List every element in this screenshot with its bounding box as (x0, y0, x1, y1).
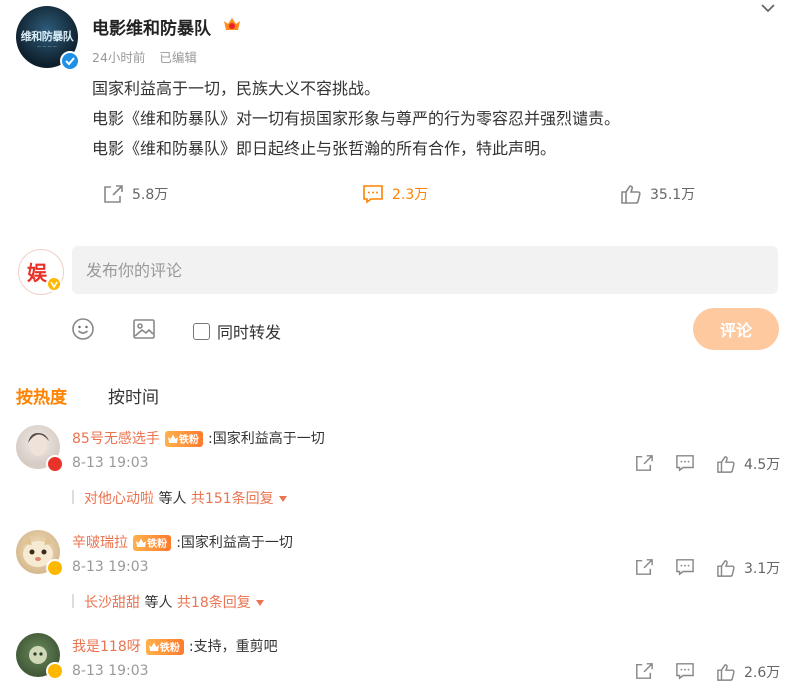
like-button[interactable]: 35.1万 (620, 184, 695, 204)
crown-icon (222, 15, 242, 33)
fan-badge: 铁粉 (133, 534, 172, 551)
comment-header: 85号无感选手 铁粉 :国家利益高于一切 (72, 428, 325, 448)
tab-sort-time[interactable]: 按时间 (108, 383, 159, 408)
tab-sort-hot[interactable]: 按热度 (16, 383, 67, 408)
comment-share-icon[interactable] (634, 662, 654, 680)
emoji-icon[interactable] (71, 317, 95, 341)
post-meta: 24小时前 已编辑 (92, 47, 207, 66)
crown-icon (136, 538, 147, 547)
comment-text: :支持，重剪吧 (188, 639, 278, 655)
caret-down-icon (279, 496, 288, 502)
comment-header: 辛啵瑞拉 铁粉 :国家利益高于一切 (72, 532, 293, 552)
comment-time: 8-13 19:03 (72, 663, 149, 679)
reply-count[interactable]: 共151条回复 (191, 491, 274, 507)
verified-icon (60, 51, 80, 71)
fan-badge: 铁粉 (164, 430, 203, 447)
like-icon (621, 185, 641, 204)
post-text-line-2: 电影《维和防暴队》对一切有损国家形象与尊严的行为零容忍并强烈谴责。 (92, 109, 621, 128)
reply-user[interactable]: 长沙甜甜 (84, 595, 140, 611)
post-author-name[interactable]: 电影维和防暴队 (92, 14, 211, 39)
comment-input-box[interactable] (72, 246, 780, 294)
crown-icon (148, 642, 159, 651)
reply-user[interactable]: 对他心动啦 (84, 491, 154, 507)
member-badge-icon (46, 662, 64, 680)
crown-icon (167, 434, 178, 443)
comment-like-count: 4.5万 (744, 457, 781, 473)
comment-time: 8-13 19:03 (72, 455, 149, 471)
submit-comment-button[interactable]: 评论 (693, 308, 779, 350)
comment-count: 2.3万 (392, 187, 429, 203)
share-button[interactable]: 5.8万 (102, 184, 168, 204)
post-text-line-3: 电影《维和防暴队》即日起终止与张哲瀚的所有合作，特此声明。 (92, 139, 557, 158)
reply-mid: 等人 (158, 491, 187, 507)
like-icon (717, 664, 735, 681)
svg-text:娱: 娱 (27, 261, 48, 285)
reply-count[interactable]: 共18条回复 (177, 595, 251, 611)
fan-badge-label: 铁粉 (147, 539, 168, 550)
like-icon (717, 456, 735, 473)
comment-input[interactable] (72, 246, 780, 294)
image-icon[interactable] (132, 317, 156, 341)
comment-like-button[interactable]: 4.5万 (716, 454, 780, 474)
like-count: 35.1万 (650, 187, 696, 203)
fan-badge-label: 铁粉 (159, 643, 180, 654)
comment-time: 8-13 19:03 (72, 559, 149, 575)
comment-text: :国家利益高于一切 (176, 535, 293, 551)
comment-author[interactable]: 辛啵瑞拉 (72, 535, 128, 551)
post-time: 24小时前 (92, 50, 146, 65)
comment-icon (363, 185, 383, 204)
avatar-logo-text: 维和防暴队 (20, 30, 74, 43)
repost-checkbox[interactable] (193, 322, 210, 340)
chevron-down-icon[interactable] (760, 0, 776, 16)
member-heart-icon (46, 455, 64, 473)
repost-toggle[interactable]: 同时转发 (193, 319, 281, 343)
reply-divider (72, 490, 74, 504)
reply-summary[interactable]: 长沙甜甜 等人 共18条回复 (84, 592, 265, 612)
reply-divider (72, 594, 74, 608)
avatar-logo-subtext: — — — — (37, 44, 57, 49)
comment-like-button[interactable]: 2.6万 (716, 662, 780, 682)
member-badge-icon (46, 276, 62, 292)
like-icon (717, 560, 735, 577)
comment-reply-icon[interactable] (675, 558, 695, 576)
comment-share-icon[interactable] (634, 454, 654, 472)
reply-mid: 等人 (144, 595, 173, 611)
comment-share-icon[interactable] (634, 558, 654, 576)
share-icon (104, 185, 123, 203)
comment-text: :国家利益高于一切 (208, 431, 325, 447)
comment-header: 我是118呀 铁粉 :支持，重剪吧 (72, 636, 278, 656)
comment-button[interactable]: 2.3万 (362, 184, 428, 204)
comment-like-count: 3.1万 (744, 561, 781, 577)
post-text-line-1: 国家利益高于一切，民族大义不容挑战。 (92, 79, 381, 98)
comment-author[interactable]: 我是118呀 (72, 639, 141, 655)
comment-like-count: 2.6万 (744, 665, 781, 681)
fan-badge: 铁粉 (145, 638, 184, 655)
fan-badge-label: 铁粉 (178, 435, 199, 446)
post-edited: 已编辑 (159, 50, 197, 65)
reply-summary[interactable]: 对他心动啦 等人 共151条回复 (84, 488, 288, 508)
share-count: 5.8万 (132, 187, 169, 203)
comment-like-button[interactable]: 3.1万 (716, 558, 780, 578)
caret-down-icon (256, 600, 265, 606)
repost-label: 同时转发 (217, 323, 282, 342)
member-badge-icon (46, 559, 64, 577)
comment-reply-icon[interactable] (675, 454, 695, 472)
comment-reply-icon[interactable] (675, 662, 695, 680)
comment-author[interactable]: 85号无感选手 (72, 431, 160, 447)
